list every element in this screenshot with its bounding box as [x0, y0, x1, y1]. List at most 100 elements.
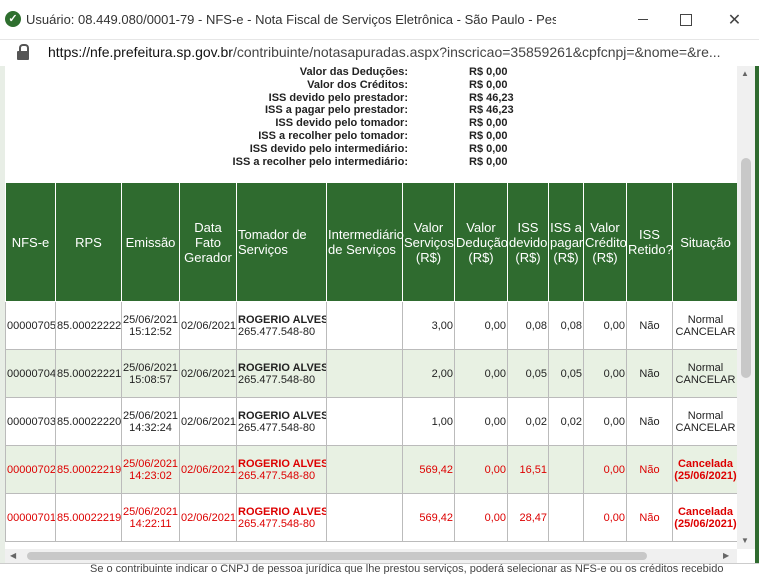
cancel-date: (25/06/2021): [674, 517, 737, 530]
summary-row: ISS a recolher pelo intermediário: R$ 0,0…: [5, 156, 737, 168]
summary-value: R$ 0,00: [469, 78, 508, 91]
scroll-down-arrow-icon[interactable]: ▼: [741, 536, 749, 545]
site-favicon-icon: ✓: [5, 11, 21, 27]
tomador-doc: 265.477.548-80: [238, 469, 316, 482]
emissao-cell: 25/06/2021 14:32:24: [121, 397, 180, 446]
rps-number: 85.00022219: [57, 511, 122, 524]
nfse-cell: 00000702: [5, 445, 56, 494]
column-header: Emissão: [121, 182, 180, 302]
fato-cell: 02/06/2021: [179, 349, 237, 398]
fato-cell: 02/06/2021: [179, 301, 237, 350]
deducao-cell: 0,00: [454, 301, 508, 350]
situacao-cell: Cancelada (25/06/2021): [672, 493, 737, 542]
url-text[interactable]: https://nfe.prefeitura.sp.gov.br/contrib…: [48, 44, 753, 60]
retido-cell: Não: [626, 301, 673, 350]
table-row[interactable]: 00000704 85.00022221 25/06/2021 15:08:57 02/…: [5, 349, 737, 398]
nfse-cell: 00000701: [5, 493, 56, 542]
column-header: Intermediário de Serviços: [326, 182, 404, 302]
table-row[interactable]: 00000703 85.00022220 25/06/2021 14:32:24 02/…: [5, 397, 737, 446]
url-path: /contribuinte/notasapuradas.aspx?inscric…: [232, 44, 721, 60]
summary-row: ISS a recolher pelo tomador: R$ 0,00: [5, 130, 737, 142]
valor-servicos: 569,42: [419, 463, 453, 476]
column-header: ISS devido (R$): [507, 182, 549, 302]
vertical-scrollbar[interactable]: ▲ ▼: [737, 66, 755, 549]
tomador-cell: ROGERIO ALVES DE OLIVEIRA265.477.548-80: [236, 397, 327, 446]
iss-a-pagar: 0,02: [560, 415, 582, 428]
retido-cell: Não: [626, 445, 673, 494]
lock-icon[interactable]: [17, 44, 29, 60]
table-header-row: NFS-e RPS Emissão Data Fato Gerador Tomador …: [5, 182, 737, 302]
nfse-number-link[interactable]: 00000705: [7, 320, 55, 332]
background-page-right: [755, 66, 759, 573]
fato-gerador-date: 02/06/2021: [181, 463, 237, 476]
summary-value: R$ 0,00: [469, 155, 508, 168]
emissao-cell: 25/06/2021 14:23:02: [121, 445, 180, 494]
summary-value: R$ 46,23: [469, 104, 514, 117]
rps-number: 85.00022219: [57, 463, 122, 476]
intermediario-cell: [326, 349, 403, 398]
popup-content: Valor das Deduções: R$ 0,00 Valor dos Créd…: [5, 66, 737, 549]
nfse-number-link[interactable]: 00000704: [7, 368, 55, 380]
nfse-cell: 00000705: [5, 301, 56, 350]
fato-gerador-date: 02/06/2021: [181, 319, 237, 332]
valor-cell: 3,00: [402, 301, 455, 350]
summary-value: R$ 46,23: [469, 91, 514, 104]
valor-deducao: 0,00: [484, 319, 506, 332]
fato-gerador-date: 02/06/2021: [181, 511, 237, 524]
tomador-cell: ROGERIO ALVES DE OLIVEIRA265.477.548-80: [236, 349, 327, 398]
tomador-name: ROGERIO ALVES DE OLIVEIRA: [238, 505, 327, 518]
emissao-cell: 25/06/2021 15:08:57: [121, 349, 180, 398]
fato-cell: 02/06/2021: [179, 397, 237, 446]
table-row[interactable]: 00000705 85.00022222 25/06/2021 15:12:52 02/…: [5, 301, 737, 350]
retido-cell: Não: [626, 349, 673, 398]
minimize-button[interactable]: [620, 0, 665, 39]
browser-window: ✓ Usuário: 08.449.080/0001-79 - NFS-e - …: [0, 0, 759, 574]
scroll-left-arrow-icon[interactable]: ◀: [10, 551, 16, 560]
situacao-cell: Normal CANCELAR: [672, 301, 737, 350]
fato-gerador-date: 02/06/2021: [181, 367, 237, 380]
summary-row: Valor dos Créditos: R$ 0,00: [5, 79, 737, 91]
scroll-right-arrow-icon[interactable]: ▶: [723, 551, 729, 560]
tomador-cell: ROGERIO ALVES DE OLIVEIRA265.477.548-80: [236, 445, 327, 494]
fato-cell: 02/06/2021: [179, 493, 237, 542]
valor-credito: 0,00: [603, 319, 625, 332]
valor-servicos: 1,00: [431, 415, 453, 428]
table-row[interactable]: 00000701 85.00022219 25/06/2021 14:22:11 02/…: [5, 493, 737, 542]
horizontal-scrollbar[interactable]: ◀ ▶: [5, 549, 737, 563]
nfse-number-link[interactable]: 00000703: [7, 416, 55, 428]
cancel-date: (25/06/2021): [674, 469, 737, 482]
maximize-icon: [679, 13, 692, 26]
vertical-scroll-thumb[interactable]: [741, 158, 751, 378]
emissao-time: 14:22:11: [129, 517, 172, 530]
emissao-cell: 25/06/2021 15:12:52: [121, 301, 180, 350]
close-icon: ✕: [727, 11, 742, 29]
tomador-cell: ROGERIO ALVES DE OLIVEIRA265.477.548-80: [236, 301, 327, 350]
credito-cell: 0,00: [583, 349, 627, 398]
cancelar-link[interactable]: CANCELAR: [676, 374, 736, 386]
cancelar-link[interactable]: CANCELAR: [676, 326, 736, 338]
valor-cell: 1,00: [402, 397, 455, 446]
table-body: 00000705 85.00022222 25/06/2021 15:12:52 02/…: [5, 301, 737, 542]
rps-cell: 85.00022222: [55, 301, 122, 350]
summary-label: ISS a pagar pelo prestador:: [264, 104, 408, 117]
emissao-time: 14:23:02: [129, 469, 172, 482]
cancelar-link[interactable]: CANCELAR: [676, 422, 736, 434]
iss-a-pagar: 0,08: [560, 319, 582, 332]
scroll-up-arrow-icon[interactable]: ▲: [741, 69, 749, 78]
summary-label: Valor dos Créditos:: [307, 78, 408, 91]
horizontal-scroll-thumb[interactable]: [27, 552, 647, 560]
iss-pagar-cell: [548, 493, 584, 542]
maximize-button[interactable]: [663, 0, 708, 39]
emissao-time: 14:32:24: [129, 421, 172, 434]
situacao-cell: Normal CANCELAR: [672, 397, 737, 446]
nfse-number-link[interactable]: 00000701: [7, 512, 55, 524]
nfse-number-link[interactable]: 00000702: [7, 464, 55, 476]
deducao-cell: 0,00: [454, 349, 508, 398]
valor-credito: 0,00: [603, 463, 625, 476]
address-bar[interactable]: https://nfe.prefeitura.sp.gov.br/contrib…: [0, 40, 759, 66]
close-button[interactable]: ✕: [712, 0, 757, 39]
iss-pagar-cell: 0,02: [548, 397, 584, 446]
valor-servicos: 3,00: [431, 319, 453, 332]
iss-devido-cell: 0,08: [507, 301, 549, 350]
table-row[interactable]: 00000702 85.00022219 25/06/2021 14:23:02 02/…: [5, 445, 737, 494]
